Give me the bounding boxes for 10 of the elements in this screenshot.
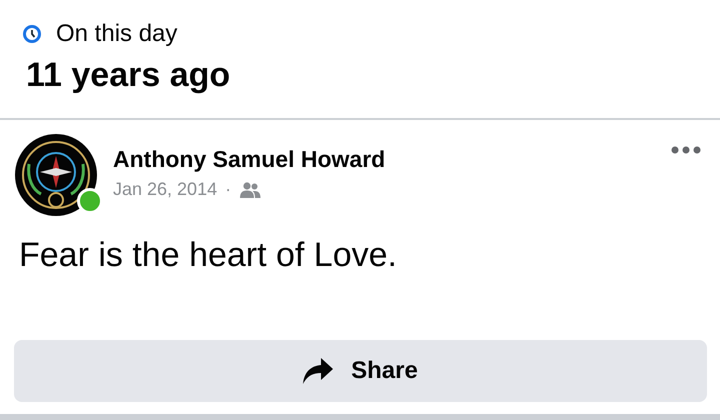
friends-icon bbox=[239, 182, 262, 198]
section-title: 11 years ago bbox=[26, 56, 232, 95]
section-label: On this day bbox=[56, 20, 178, 48]
share-icon bbox=[303, 358, 334, 384]
post-text: Fear is the heart of Love. bbox=[19, 236, 398, 275]
share-button[interactable]: Share bbox=[14, 340, 707, 402]
separator: · bbox=[225, 179, 232, 200]
clock-history-icon bbox=[22, 24, 42, 44]
author-name[interactable]: Anthony Samuel Howard bbox=[113, 146, 667, 173]
more-icon bbox=[671, 146, 701, 154]
